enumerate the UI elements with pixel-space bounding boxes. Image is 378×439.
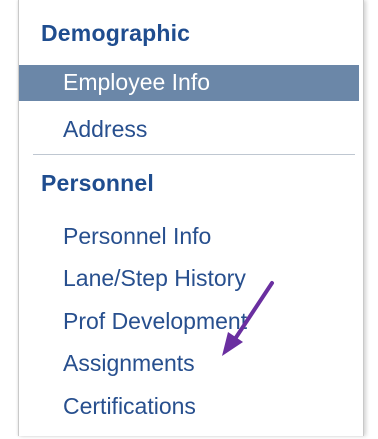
nav-item-address[interactable]: Address bbox=[19, 112, 359, 148]
section-header-personnel: Personnel bbox=[41, 170, 155, 196]
nav-item-label: Lane/Step History bbox=[63, 265, 246, 291]
section-header-demographic: Demographic bbox=[41, 20, 191, 46]
nav-item-lane-step-history[interactable]: Lane/Step History bbox=[19, 261, 359, 297]
nav-item-label: Employee Info bbox=[63, 69, 211, 95]
nav-item-personnel-info[interactable]: Personnel Info bbox=[19, 219, 359, 255]
nav-item-employee-info[interactable]: Employee Info bbox=[19, 65, 359, 101]
nav-item-prof-development[interactable]: Prof Development bbox=[19, 304, 359, 340]
nav-item-assignments[interactable]: Assignments bbox=[19, 346, 359, 382]
section-divider bbox=[33, 154, 355, 155]
nav-item-label: Certifications bbox=[63, 393, 196, 419]
nav-item-label: Prof Development bbox=[63, 308, 248, 334]
nav-item-label: Assignments bbox=[63, 350, 195, 376]
nav-item-label: Address bbox=[63, 116, 148, 142]
nav-item-certifications[interactable]: Certifications bbox=[19, 389, 359, 425]
navigation-panel: Demographic Employee Info Address Person… bbox=[18, 0, 364, 436]
nav-item-label: Personnel Info bbox=[63, 223, 212, 249]
